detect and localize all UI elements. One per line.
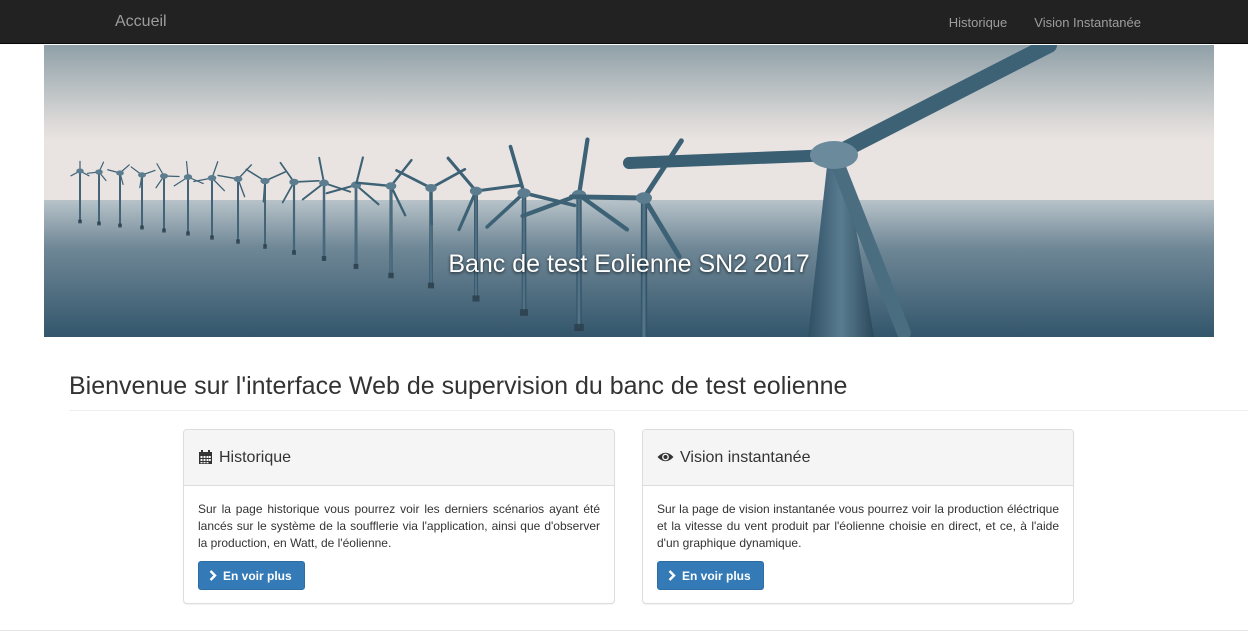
top-navbar: Accueil Historique Vision Instantanée	[0, 0, 1248, 44]
calendar-icon	[199, 449, 212, 464]
panel-heading: Vision instantanée	[643, 430, 1073, 486]
brand-home-link[interactable]: Accueil	[115, 13, 167, 31]
chevron-right-icon	[209, 570, 217, 581]
panel-title-text: Historique	[219, 448, 292, 466]
wind-turbines-image	[44, 45, 1214, 337]
nav-link-historique[interactable]: Historique	[949, 15, 1008, 30]
panel-body: Sur la page historique vous pourrez voir…	[184, 486, 614, 605]
historique-more-button[interactable]: En voir plus	[198, 561, 305, 590]
button-label: En voir plus	[223, 568, 292, 583]
hero-banner: Banc de test Eolienne SN2 2017	[44, 45, 1214, 337]
hero-caption: Banc de test Eolienne SN2 2017	[448, 250, 810, 278]
eye-icon	[657, 453, 674, 462]
page-header: Bienvenue sur l'interface Web de supervi…	[69, 370, 1248, 411]
panel-description: Sur la page de vision instantanée vous p…	[657, 502, 1059, 550]
panel-title-text: Vision instantanée	[680, 448, 811, 466]
panel-historique: Historique Sur la page historique vous p…	[183, 429, 615, 604]
panel-title: Historique	[198, 449, 291, 467]
nav-link-vision-instantanee[interactable]: Vision Instantanée	[1034, 15, 1141, 30]
panel-vision-instantanee: Vision instantanée Sur la page de vision…	[642, 429, 1074, 604]
page-title: Bienvenue sur l'interface Web de supervi…	[69, 372, 848, 400]
panel-body: Sur la page de vision instantanée vous p…	[643, 486, 1073, 605]
nav-links: Historique Vision Instantanée	[922, 0, 1141, 44]
panel-heading: Historique	[184, 430, 614, 486]
vision-more-button[interactable]: En voir plus	[657, 561, 764, 590]
button-label: En voir plus	[682, 568, 751, 583]
chevron-right-icon	[668, 570, 676, 581]
panel-description: Sur la page historique vous pourrez voir…	[198, 502, 600, 550]
panel-title: Vision instantanée	[657, 449, 810, 467]
